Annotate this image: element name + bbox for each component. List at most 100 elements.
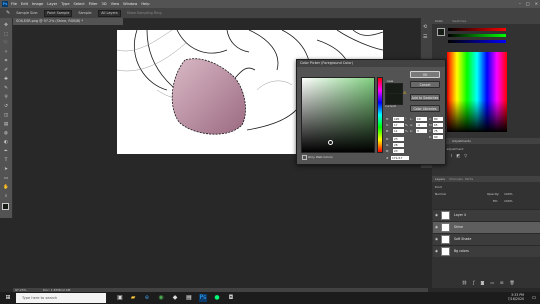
- opacity-value[interactable]: 100%: [504, 192, 513, 196]
- menu-view[interactable]: View: [111, 2, 120, 6]
- tab-swatches[interactable]: Swatches: [452, 19, 466, 23]
- l-field[interactable]: 10: [416, 117, 427, 121]
- file-explorer-icon[interactable]: ▰: [129, 294, 137, 302]
- zoom-tool-icon[interactable]: ⌕: [3, 193, 9, 199]
- sample-select[interactable]: All Layers: [98, 9, 121, 17]
- a-field[interactable]: -4: [416, 123, 427, 127]
- tab-adjustments[interactable]: Adjustments: [452, 139, 471, 143]
- close-window-button[interactable]: ×: [535, 1, 538, 6]
- blue-radio[interactable]: B:: [386, 149, 389, 153]
- layer-style-icon[interactable]: ƒ: [473, 280, 474, 285]
- k-field[interactable]: 90: [433, 135, 443, 139]
- properties-panel-icon[interactable]: ☰: [423, 34, 427, 40]
- notifications-icon[interactable]: ▭: [530, 294, 538, 302]
- blur-tool-icon[interactable]: ◍: [3, 130, 9, 136]
- b-field[interactable]: 11: [393, 129, 404, 133]
- hand-tool-icon[interactable]: ✋: [3, 184, 9, 190]
- layer-row[interactable]: ◉ Bg colors: [433, 245, 540, 257]
- blend-mode-select[interactable]: Normal: [435, 192, 446, 196]
- edge-browser-icon[interactable]: e: [143, 294, 151, 302]
- g-field[interactable]: 28: [393, 143, 404, 147]
- menu-layer[interactable]: Layer: [47, 2, 57, 6]
- visibility-eye-icon[interactable]: ◉: [435, 213, 439, 217]
- terminal-icon[interactable]: ▤: [185, 294, 193, 302]
- y-field[interactable]: 75: [433, 129, 443, 133]
- g-radio[interactable]: G:: [386, 143, 389, 147]
- clone-stamp-icon[interactable]: ⚲: [3, 94, 9, 100]
- vibrance-adjust-icon[interactable]: ▽: [464, 153, 467, 158]
- type-tool-icon[interactable]: T: [3, 157, 9, 163]
- s-field[interactable]: 17: [393, 123, 404, 127]
- add-mask-icon[interactable]: ◙: [481, 280, 485, 285]
- menu-select[interactable]: Select: [74, 2, 85, 6]
- gradient-tool-icon[interactable]: ▤: [3, 121, 9, 127]
- a-radio[interactable]: a:: [410, 123, 413, 127]
- menu-edit[interactable]: Edit: [21, 2, 28, 6]
- h-field[interactable]: 120: [393, 117, 404, 121]
- add-to-swatches-button[interactable]: Add to Swatches: [410, 94, 440, 101]
- history-brush-icon[interactable]: ↺: [3, 103, 9, 109]
- color-libraries-button[interactable]: Color Libraries: [410, 105, 440, 112]
- link-layers-icon[interactable]: ⛓: [462, 280, 467, 285]
- crop-tool-icon[interactable]: ⌗: [3, 58, 9, 64]
- app-green-icon[interactable]: ●: [213, 294, 221, 302]
- b-radio[interactable]: B:: [386, 129, 389, 133]
- l-radio[interactable]: L:: [410, 117, 413, 121]
- menu-file[interactable]: File: [11, 2, 17, 6]
- hue-slider[interactable]: [377, 77, 383, 153]
- r-field[interactable]: 23: [393, 137, 404, 141]
- layer-row-selected[interactable]: ◉ Shine: [433, 221, 540, 233]
- lab-b-radio[interactable]: b:: [410, 129, 413, 133]
- lab-b-field[interactable]: 3: [416, 129, 427, 133]
- task-view-icon[interactable]: ▣: [116, 294, 124, 302]
- path-select-icon[interactable]: ➤: [3, 166, 9, 172]
- menu-3d[interactable]: 3D: [102, 2, 107, 6]
- cancel-button[interactable]: Cancel: [410, 81, 440, 88]
- new-layer-icon[interactable]: ⊞: [500, 280, 503, 285]
- fg-color-chip[interactable]: [437, 28, 445, 36]
- blue-slider[interactable]: [448, 40, 506, 43]
- menu-image[interactable]: Image: [32, 2, 43, 6]
- curves-adjust-icon[interactable]: ⌇: [450, 153, 452, 158]
- s-radio[interactable]: S:: [386, 123, 389, 127]
- visibility-eye-icon[interactable]: ◉: [435, 225, 439, 229]
- tab-channels[interactable]: Channels: [449, 177, 463, 181]
- show-sampling-ring-checkbox[interactable]: Show Sampling Ring: [127, 11, 162, 15]
- menu-type[interactable]: Type: [61, 2, 69, 6]
- layer-row[interactable]: ◉ Layer 4: [433, 209, 540, 221]
- eyedropper-icon[interactable]: ✐: [3, 67, 9, 73]
- saturation-brightness-field[interactable]: [301, 77, 375, 153]
- new-group-icon[interactable]: ▭: [490, 280, 494, 285]
- pen-tool-icon[interactable]: ✒: [3, 148, 9, 154]
- marquee-tool-icon[interactable]: ⬚: [3, 31, 9, 37]
- layer-filter-kind[interactable]: Kind: [435, 185, 442, 189]
- minimize-button[interactable]: –: [519, 1, 521, 6]
- document-tab[interactable]: SOX-ESR.png @ 97.2% (Shine, RGB/8) *: [13, 18, 123, 25]
- red-slider[interactable]: [448, 28, 506, 31]
- layer-row[interactable]: ◉ Soft Shade: [433, 233, 540, 245]
- only-web-colors-checkbox[interactable]: [302, 155, 307, 160]
- app-gray-icon[interactable]: ◘: [227, 294, 235, 302]
- tab-layers[interactable]: Layers: [435, 177, 445, 181]
- exposure-adjust-icon[interactable]: ◩: [456, 153, 460, 158]
- shape-tool-icon[interactable]: ▭: [3, 175, 9, 181]
- windows-start-icon[interactable]: ⊞: [4, 294, 12, 302]
- menu-window[interactable]: Window: [123, 2, 137, 6]
- blue-field[interactable]: 23: [393, 149, 404, 153]
- chrome-browser-icon[interactable]: ◉: [157, 294, 165, 302]
- menu-filter[interactable]: Filter: [89, 2, 98, 6]
- taskbar-search[interactable]: Type here to search: [16, 293, 106, 303]
- clock-date[interactable]: 7/16/2020: [480, 297, 524, 301]
- sample-size-select[interactable]: Point Sample: [44, 9, 73, 17]
- move-tool-icon[interactable]: ✥: [3, 22, 9, 28]
- fill-value[interactable]: 100%: [504, 199, 513, 203]
- maximize-button[interactable]: □: [526, 1, 530, 6]
- tab-color[interactable]: Color: [435, 19, 443, 23]
- hex-field[interactable]: 171c17: [391, 156, 409, 160]
- quick-select-tool-icon[interactable]: ✧: [3, 49, 9, 55]
- visibility-eye-icon[interactable]: ◉: [435, 237, 439, 241]
- h-radio[interactable]: H:: [386, 117, 389, 121]
- color-selector-ring[interactable]: [328, 140, 333, 145]
- menu-help[interactable]: Help: [141, 2, 149, 6]
- tab-paths[interactable]: Paths: [465, 177, 473, 181]
